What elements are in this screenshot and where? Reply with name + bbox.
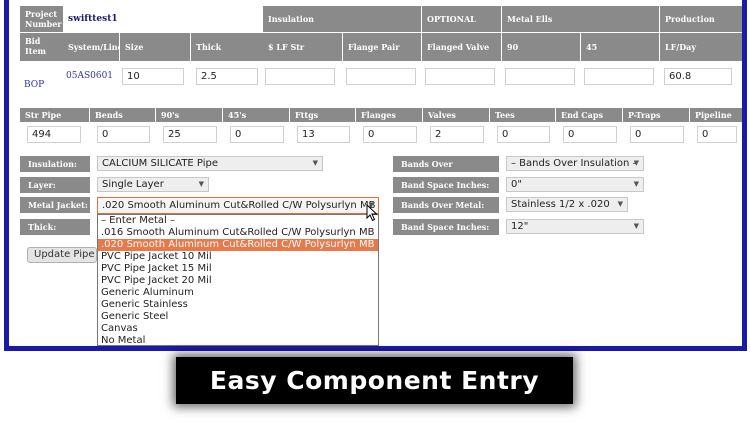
bands-over-insulation-label: Bands Over Insulation: bbox=[393, 156, 499, 185]
metal-option[interactable]: PVC Pipe Jacket 20 Mil bbox=[98, 275, 378, 287]
col-flange-pair: Flange Pair bbox=[343, 33, 421, 61]
layer-select[interactable]: Single Layer ▼ bbox=[97, 177, 209, 192]
col-lf-str: $ LF Str bbox=[263, 33, 342, 61]
ells-45-field[interactable] bbox=[584, 68, 654, 85]
band-space-inches-select[interactable]: 0" ▼ bbox=[506, 177, 644, 192]
metal-jacket-select-value: .020 Smooth Aluminum Cut&Rolled C/W Poly… bbox=[102, 200, 376, 211]
chevron-down-icon: ▼ bbox=[633, 222, 639, 230]
metal-option[interactable]: Canvas bbox=[98, 323, 378, 335]
col-90: 90 bbox=[502, 33, 580, 61]
size-field[interactable]: 10 bbox=[122, 68, 184, 85]
insulation-label: Insulation: bbox=[20, 156, 90, 172]
thick-label: Thick: bbox=[20, 219, 90, 235]
col-lf-day: LF/Day bbox=[660, 33, 742, 61]
col-thick: Thick bbox=[191, 33, 263, 61]
metal-option[interactable]: .020 Smooth Aluminum Cut&Rolled C/W Poly… bbox=[98, 239, 378, 251]
metal-option[interactable]: – Enter Metal – bbox=[98, 215, 378, 227]
update-pipe-button[interactable]: Update Pipe bbox=[27, 247, 97, 263]
count-header: Pipeline bbox=[690, 108, 742, 122]
col-size: Size bbox=[120, 33, 190, 61]
band-space-inches-2-label: Band Space Inches: bbox=[393, 219, 499, 235]
system-line-value: 05AS0601 bbox=[66, 71, 114, 81]
count-header: Str Pipe bbox=[20, 108, 89, 122]
band-space-inches-label: Band Space Inches: bbox=[393, 177, 499, 193]
metal-ells-group-header: Metal Ells bbox=[502, 6, 659, 32]
flange-pair-field[interactable] bbox=[346, 68, 416, 85]
pipe-entry-form: Project Number swifttest1 Insulation OPT… bbox=[9, 0, 742, 346]
count-field[interactable]: 0 bbox=[363, 126, 417, 143]
count-field[interactable]: 0 bbox=[230, 126, 284, 143]
production-group-header: Production bbox=[660, 6, 742, 32]
optional-group-header: OPTIONAL bbox=[422, 6, 501, 32]
count-header: P-Traps bbox=[623, 108, 689, 122]
chevron-down-icon: ▼ bbox=[633, 159, 639, 167]
caption-banner: Easy Component Entry bbox=[176, 357, 573, 404]
lf-day-field[interactable]: 60.8 bbox=[664, 68, 732, 85]
bands-over-metal-label: Bands Over Metal: bbox=[393, 197, 499, 213]
metal-jacket-dropdown: – Enter Metal – .016 Smooth Aluminum Cut&… bbox=[97, 214, 379, 346]
insulation-select-value: CALCIUM SILICATE Pipe bbox=[102, 158, 219, 169]
bands-over-metal-select[interactable]: Stainless 1/2 x .020 ▼ bbox=[506, 197, 628, 212]
count-field[interactable]: 0 bbox=[563, 126, 617, 143]
lf-str-field[interactable] bbox=[265, 68, 335, 85]
metal-jacket-select[interactable]: .020 Smooth Aluminum Cut&Rolled C/W Poly… bbox=[97, 197, 379, 214]
col-bid-item: Bid Item bbox=[20, 33, 63, 61]
count-header: Valves bbox=[423, 108, 489, 122]
metal-option[interactable]: .016 Smooth Aluminum Cut&Rolled C/W Poly… bbox=[98, 227, 378, 239]
insulation-group-header: Insulation bbox=[263, 6, 421, 32]
metal-option[interactable]: Generic Stainless bbox=[98, 299, 378, 311]
mouse-cursor-icon bbox=[366, 204, 378, 222]
thick-field[interactable]: 2.5 bbox=[196, 68, 258, 85]
bands-over-metal-value: Stainless 1/2 x .020 bbox=[511, 199, 610, 210]
ells-90-field[interactable] bbox=[505, 68, 575, 85]
count-field[interactable]: 13 bbox=[297, 126, 350, 143]
metal-option[interactable]: PVC Pipe Jacket 10 Mil bbox=[98, 251, 378, 263]
project-number-label: Project Number bbox=[20, 6, 63, 32]
count-header: Flanges bbox=[356, 108, 422, 122]
band-space-inches-value: 0" bbox=[511, 179, 522, 190]
chevron-down-icon: ▼ bbox=[198, 180, 204, 188]
col-45: 45 bbox=[581, 33, 659, 61]
metal-option[interactable]: PVC Pipe Jacket 15 Mil bbox=[98, 263, 378, 275]
count-field[interactable]: 25 bbox=[163, 126, 217, 143]
flanged-valve-field[interactable] bbox=[425, 68, 495, 85]
count-field[interactable]: 494 bbox=[27, 126, 81, 143]
metal-jacket-label: Metal Jacket: bbox=[20, 197, 90, 213]
count-header: Bends bbox=[90, 108, 155, 122]
count-field[interactable]: 0 bbox=[630, 126, 684, 143]
project-number-value: swifttest1 bbox=[63, 6, 263, 32]
bands-over-insulation-select[interactable]: – Bands Over Insulation – ▼ bbox=[506, 156, 644, 171]
bands-over-insulation-value: – Bands Over Insulation – bbox=[511, 158, 638, 169]
col-flanged-valve: Flanged Valve bbox=[422, 33, 501, 61]
chevron-down-icon: ▼ bbox=[617, 200, 623, 208]
chevron-down-icon: ▼ bbox=[312, 159, 318, 167]
chevron-down-icon: ▼ bbox=[633, 180, 639, 188]
col-system-line: System/Line bbox=[63, 33, 123, 61]
bid-item-value: BOP bbox=[24, 80, 45, 90]
count-header: 90's bbox=[156, 108, 222, 122]
app-frame: Project Number swifttest1 Insulation OPT… bbox=[4, 0, 747, 351]
metal-option[interactable]: Generic Steel bbox=[98, 311, 378, 323]
metal-option[interactable]: No Metal bbox=[98, 335, 378, 345]
count-header: End Caps bbox=[556, 108, 622, 122]
layer-select-value: Single Layer bbox=[102, 179, 164, 190]
count-field[interactable]: 2 bbox=[430, 126, 484, 143]
band-space-inches-2-value: 12" bbox=[511, 221, 529, 232]
count-field[interactable]: 0 bbox=[97, 126, 150, 143]
band-space-inches-2-select[interactable]: 12" ▼ bbox=[506, 219, 644, 234]
count-field[interactable]: 0 bbox=[497, 126, 550, 143]
count-header: Fttgs bbox=[290, 108, 355, 122]
count-field[interactable]: 0 bbox=[697, 126, 737, 143]
count-header: Tees bbox=[490, 108, 555, 122]
count-header: 45's bbox=[223, 108, 289, 122]
metal-option[interactable]: Generic Aluminum bbox=[98, 287, 378, 299]
insulation-select[interactable]: CALCIUM SILICATE Pipe ▼ bbox=[97, 156, 323, 171]
layer-label: Layer: bbox=[20, 177, 90, 193]
